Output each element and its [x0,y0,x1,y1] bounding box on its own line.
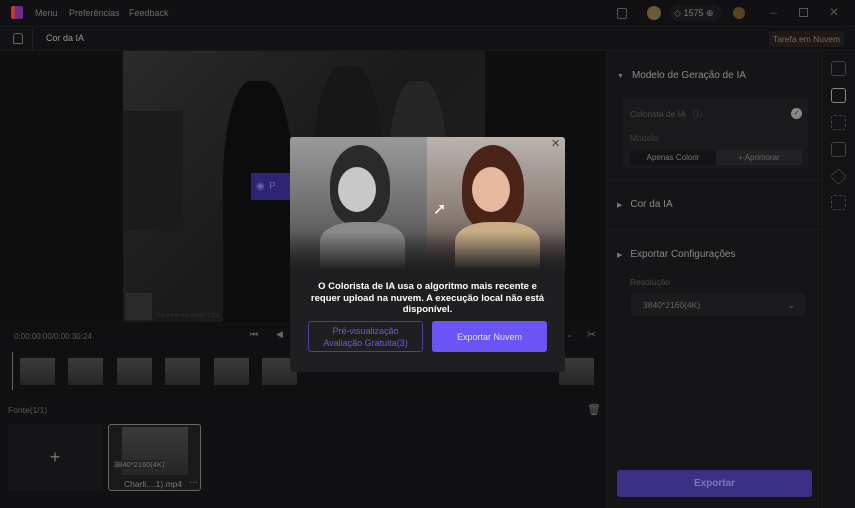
add-media-button[interactable]: + [8,424,102,491]
media-clip[interactable]: 3840*2160(4K) Charli....1).mp4 ⋯ [108,424,201,491]
watermark-logo [125,293,152,320]
source-panel: Fonte(1/1) 🗑 + 3840*2160(4K) Charli....1… [0,400,605,508]
clip-resolution: 3840*2160(4K) [114,460,165,469]
menu-button[interactable]: Menu [35,8,58,18]
resolution-value: 3840*2160(4K) [643,300,701,310]
before-after-image: ➚ [290,137,565,270]
apps-icon[interactable] [831,115,846,130]
page-title: Cor da IA [46,33,85,43]
model-option-enhance[interactable]: + Aprimorar [716,150,802,165]
timeline-frame [165,358,200,385]
trash-icon[interactable]: 🗑 [587,403,601,416]
divider [607,229,821,230]
preferences-menu[interactable]: Preferências [69,8,120,18]
account-icon[interactable] [733,7,745,19]
timeline-frame [20,358,55,385]
timeline-frame [117,358,152,385]
eraser-icon[interactable] [830,168,847,185]
close-window-button[interactable]: ✕ [829,5,839,19]
minimize-button[interactable]: – [770,5,777,19]
free-preview-line2: Avaliação Gratuita(3) [323,337,408,348]
timeline-frame [214,358,249,385]
title-bar: Menu Preferências Feedback ◇ 1575 ⊕ – ✕ [0,0,855,26]
credits-count: 1575 [683,8,704,18]
dialog-close-button[interactable]: ✕ [551,137,560,150]
model-section-title: Modelo de Geração de IA [631,70,746,81]
model-section-header[interactable]: ▼ Modelo de Geração de IA [617,70,746,81]
export-label: Exportar [693,478,736,489]
free-preview-line1: Pré-visualização [332,325,399,336]
add-credits-icon[interactable]: ⊕ [706,8,714,18]
preview-button[interactable]: ◉ P [251,173,291,200]
cloud-colorist-dialog: ➚ ✕ O Colorista de IA usa o algoritmo ma… [290,137,565,372]
export-section-title: Exportar Configurações [630,249,736,260]
color-section-title: Cor da IA [630,199,673,210]
playhead[interactable] [12,352,13,390]
resolution-select[interactable]: 3840*2160(4K) ⌄ [631,294,805,316]
model-label: Modelo: [630,133,661,143]
preview-label: P [269,181,276,192]
export-button[interactable]: Exportar [617,470,812,497]
select-icon[interactable] [831,195,846,210]
nav-bar: Cor da IA Tarefa em Nuvem [0,26,855,51]
home-icon[interactable] [13,33,23,44]
clip-more-icon[interactable]: ⋯ [189,477,198,488]
check-icon: ✓ [791,108,802,119]
tool-strip [821,51,855,508]
colorist-label: Colorista de IA [630,109,686,119]
edit-icon[interactable] [831,142,846,157]
timeline-frame [68,358,103,385]
scissors-icon[interactable]: ✂ [587,328,596,341]
divider [32,27,33,51]
export-section-header[interactable]: ▶ Exportar Configurações [617,249,735,260]
divider [607,180,821,181]
source-label: Fonte(1/1) [8,405,48,415]
dropdown-icon[interactable]: ⌄ [566,330,573,339]
resolution-label: Resolução [630,277,671,287]
cloud-task-button[interactable]: Tarefa em Nuvem [769,31,845,47]
message-icon[interactable] [617,8,627,19]
app-logo [11,6,23,19]
export-cloud-label: Exportar Nuvem [456,331,523,342]
arrow-icon: ➚ [433,201,447,218]
chevron-down-icon: ⌄ [787,300,795,310]
color-section-header[interactable]: ▶ Cor da IA [617,199,673,210]
maximize-button[interactable] [799,8,808,17]
info-icon[interactable]: ⓘ [693,108,702,121]
eye-icon: ◉ [256,181,265,192]
video-tool-icon[interactable] [831,61,846,76]
skip-back-button[interactable]: ⏮ [250,329,258,340]
credits-badge[interactable]: ◇ 1575 ⊕ [670,5,722,21]
dialog-message: O Colorista de IA usa o algoritmo mais r… [310,281,545,315]
free-preview-button[interactable]: Pré-visualização Avaliação Gratuita(3) [308,321,423,352]
timecode: 0:00:00:00/0:00:30:24 [14,332,92,341]
diamond-icon: ◇ [674,8,681,18]
model-option-colorize[interactable]: Apenas Colorir [630,150,716,165]
feedback-menu[interactable]: Feedback [129,8,169,18]
clip-name: Charli....1).mp4 [124,479,183,489]
watermark-text: The Kid in Flop Expert T.S.S. [156,313,221,319]
color-curve-icon[interactable] [831,88,846,103]
export-cloud-button[interactable]: Exportar Nuvem [432,321,547,352]
step-back-button[interactable]: ◀ [276,329,283,340]
avatar[interactable] [647,6,661,20]
